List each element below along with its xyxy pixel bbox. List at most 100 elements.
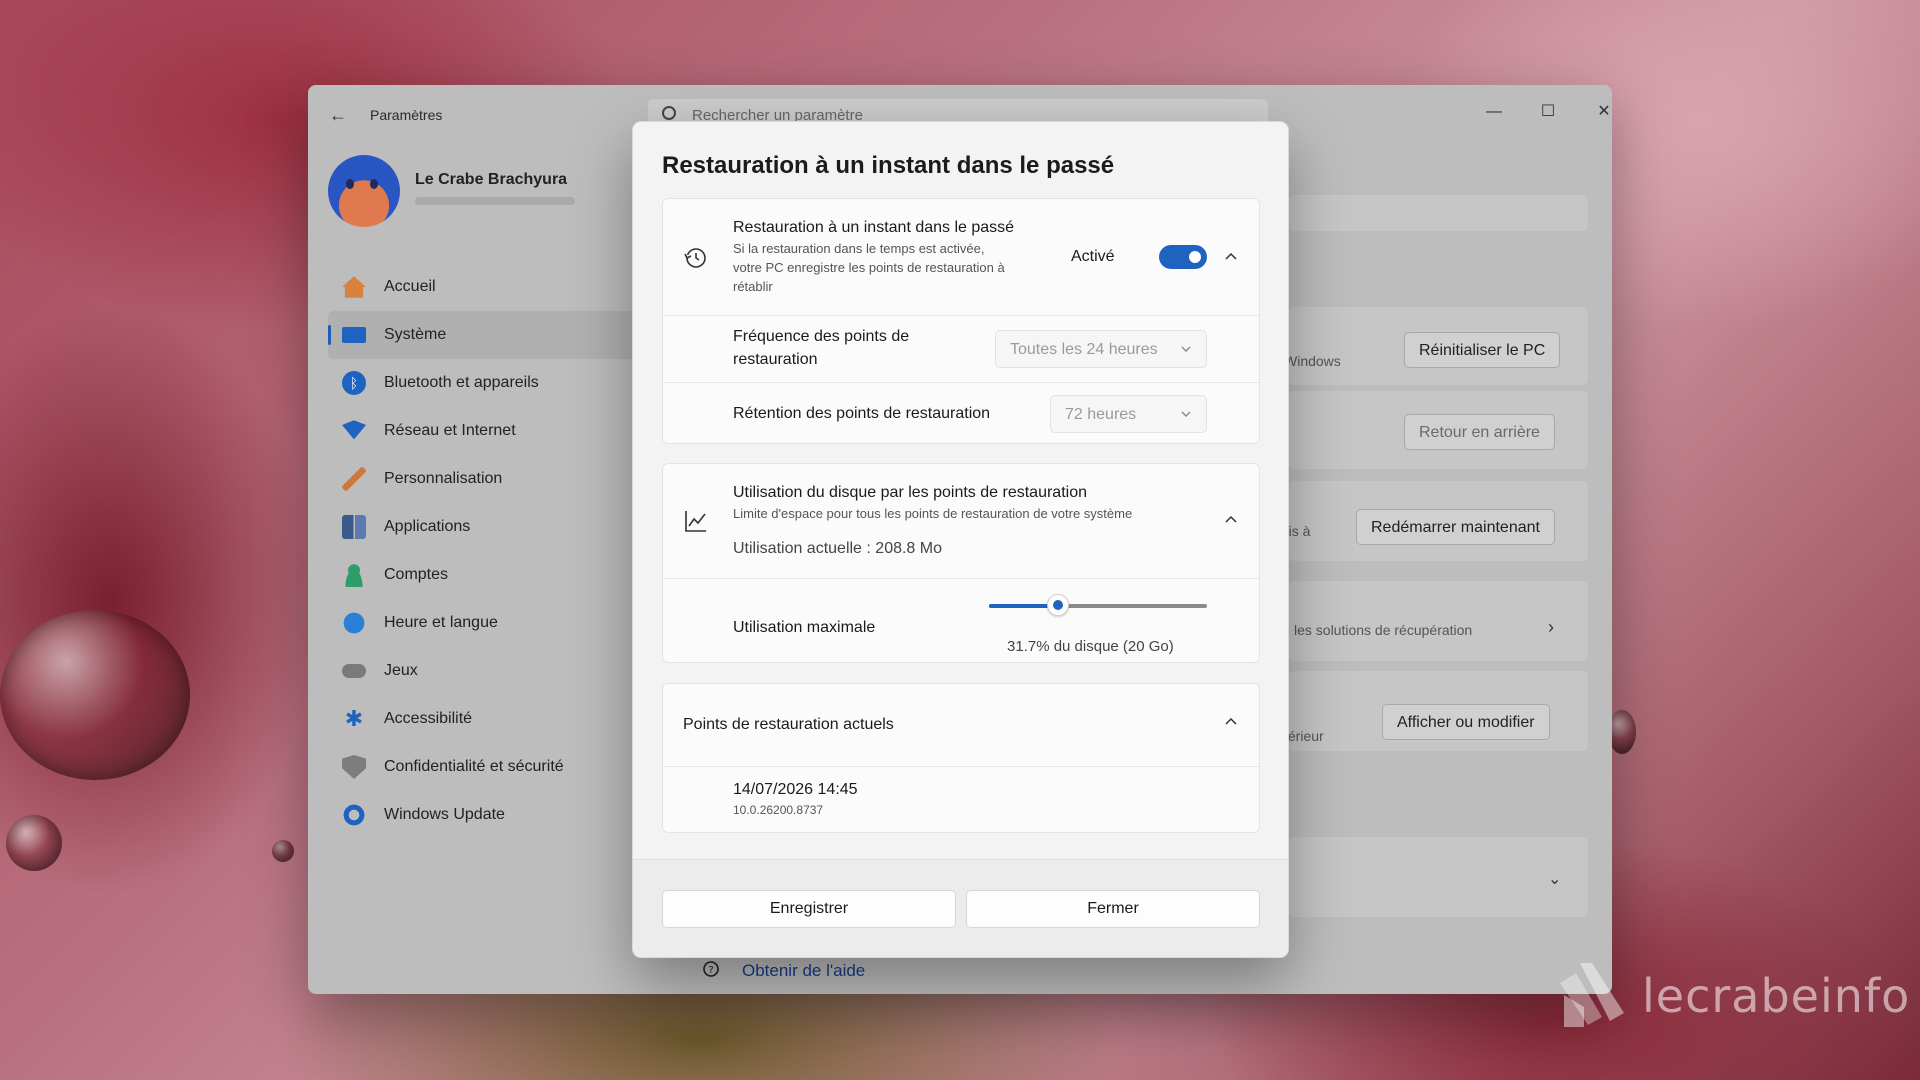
view-edit-button[interactable]: Afficher ou modifier	[1382, 704, 1550, 740]
chevron-down-icon	[1181, 346, 1191, 352]
profile-name: Le Crabe Brachyura	[415, 171, 568, 188]
maximize-button[interactable]: ☐	[1526, 97, 1570, 127]
close-dialog-button[interactable]: Fermer	[966, 890, 1260, 928]
shield-icon	[342, 755, 366, 779]
settings-card	[1288, 195, 1588, 231]
get-help-link[interactable]: Obtenir de l'aide	[742, 961, 865, 981]
search-icon	[662, 106, 676, 120]
external-hint-text: térieur	[1284, 728, 1324, 744]
history-icon	[684, 248, 706, 268]
sidebar-item-label: Applications	[384, 518, 471, 535]
chevron-down-icon[interactable]: ⌄	[1548, 869, 1561, 889]
sidebar-item-label: Heure et langue	[384, 614, 498, 631]
system-icon	[342, 327, 366, 343]
account-icon	[342, 563, 366, 587]
slider-value-text: 31.7% du disque (20 Go)	[1007, 638, 1174, 655]
restore-points-title: Points de restauration actuels	[683, 716, 894, 733]
minimize-button[interactable]: —	[1472, 97, 1516, 127]
sidebar-item-heure-langue[interactable]: Heure et langue	[328, 599, 648, 647]
disk-usage-card: Utilisation du disque par les points de …	[662, 463, 1260, 663]
sidebar-item-windows-update[interactable]: Windows Update	[328, 791, 648, 839]
background-bubble	[272, 840, 294, 862]
frequency-label-line1: Fréquence des points de	[733, 328, 910, 345]
reset-pc-button[interactable]: Réinitialiser le PC	[1404, 332, 1561, 368]
retention-label: Rétention des points de restauration	[733, 405, 991, 422]
chevron-up-icon[interactable]	[1223, 714, 1239, 730]
background-bubble	[1608, 710, 1636, 754]
sidebar-item-label: Accessibilité	[384, 710, 473, 727]
dialog-footer: Enregistrer Fermer	[633, 859, 1288, 957]
profile-email-redacted	[415, 197, 575, 205]
restore-description-line2: votre PC enregistre les points de restau…	[733, 260, 1005, 275]
help-icon: ?	[703, 961, 719, 977]
home-icon	[342, 276, 366, 298]
sidebar-item-label: Personnalisation	[384, 470, 503, 487]
restore-settings-card: Restauration à un instant dans le passé …	[662, 198, 1260, 444]
update-icon	[342, 803, 366, 827]
max-usage-slider[interactable]	[989, 592, 1209, 620]
sidebar-item-reseau[interactable]: Réseau et Internet	[328, 407, 648, 455]
sidebar-item-label: Comptes	[384, 566, 449, 583]
chevron-right-icon[interactable]: ›	[1548, 617, 1554, 638]
sidebar-item-applications[interactable]: Applications	[328, 503, 648, 551]
sidebar-item-accueil[interactable]: Accueil	[328, 263, 648, 311]
toggle-status-label: Activé	[1071, 248, 1115, 265]
watermark-logo-icon	[1560, 963, 1624, 1027]
sidebar-item-bluetooth[interactable]: ᛒ Bluetooth et appareils	[328, 359, 648, 407]
sidebar-nav: Accueil Système ᛒ Bluetooth et appareils…	[328, 263, 648, 839]
chart-line-icon	[685, 511, 706, 532]
background-bubble	[6, 815, 62, 871]
sidebar-item-personnalisation[interactable]: Personnalisation	[328, 455, 648, 503]
restore-description-line3: rétablir	[733, 279, 773, 294]
recovery-link-text[interactable]: les solutions de récupération	[1294, 622, 1472, 638]
restart-now-button[interactable]: Redémarrer maintenant	[1356, 509, 1555, 545]
restore-point-date: 14/07/2026 14:45	[733, 781, 858, 798]
app-title: Paramètres	[370, 107, 443, 123]
dialog-title: Restauration à un instant dans le passé	[662, 152, 1115, 179]
sidebar-item-label: Bluetooth et appareils	[384, 374, 539, 391]
sidebar-item-label: Accueil	[384, 278, 436, 295]
settings-card	[1288, 581, 1588, 661]
background-bubble	[0, 610, 190, 780]
disk-usage-description: Limite d'espace pour tous les points de …	[733, 506, 1133, 521]
frequency-value: Toutes les 24 heures	[1010, 341, 1158, 358]
disk-usage-title: Utilisation du disque par les points de …	[733, 484, 1087, 501]
slider-thumb[interactable]	[1047, 594, 1069, 616]
sidebar-item-accessibilite[interactable]: ✱ Accessibilité	[328, 695, 648, 743]
clock-globe-icon	[342, 611, 366, 635]
restore-title: Restauration à un instant dans le passé	[733, 219, 1015, 236]
sidebar-item-jeux[interactable]: Jeux	[328, 647, 648, 695]
go-back-button[interactable]: Retour en arrière	[1404, 414, 1555, 450]
close-button[interactable]: ✕	[1582, 97, 1612, 127]
avatar[interactable]	[328, 155, 400, 227]
wifi-icon	[342, 420, 366, 440]
bluetooth-icon: ᛒ	[342, 371, 366, 395]
restore-points-card: Points de restauration actuels 14/07/202…	[662, 683, 1260, 833]
sidebar-item-label: Confidentialité et sécurité	[384, 758, 564, 775]
svg-text:?: ?	[708, 965, 713, 976]
frequency-label-line2: restauration	[733, 351, 818, 368]
max-usage-label: Utilisation maximale	[733, 619, 876, 636]
retention-select[interactable]: 72 heures	[1050, 395, 1207, 433]
chevron-up-icon[interactable]	[1223, 249, 1239, 265]
sidebar-item-label: Jeux	[384, 662, 418, 679]
chevron-down-icon	[1181, 411, 1191, 417]
brush-icon	[342, 467, 366, 491]
retention-value: 72 heures	[1065, 406, 1137, 423]
sidebar-item-comptes[interactable]: Comptes	[328, 551, 648, 599]
chevron-up-icon[interactable]	[1223, 512, 1239, 528]
frequency-select[interactable]: Toutes les 24 heures	[995, 330, 1207, 368]
sidebar-item-label: Système	[384, 326, 447, 343]
sidebar-item-label: Windows Update	[384, 806, 505, 823]
sidebar-item-confidentialite[interactable]: Confidentialité et sécurité	[328, 743, 648, 791]
save-button[interactable]: Enregistrer	[662, 890, 956, 928]
accessibility-icon: ✱	[344, 706, 364, 731]
gamepad-icon	[342, 664, 366, 678]
current-usage-text: Utilisation actuelle : 208.8 Mo	[733, 540, 942, 557]
watermark-text: lecrabeinfo	[1642, 969, 1911, 1023]
restore-toggle[interactable]	[1159, 245, 1207, 269]
sidebar-item-systeme[interactable]: Système	[328, 311, 648, 359]
back-arrow-icon[interactable]: ←	[326, 105, 350, 126]
restore-dialog: Restauration à un instant dans le passé …	[632, 121, 1289, 958]
restore-point-build: 10.0.26200.8737	[733, 803, 824, 817]
